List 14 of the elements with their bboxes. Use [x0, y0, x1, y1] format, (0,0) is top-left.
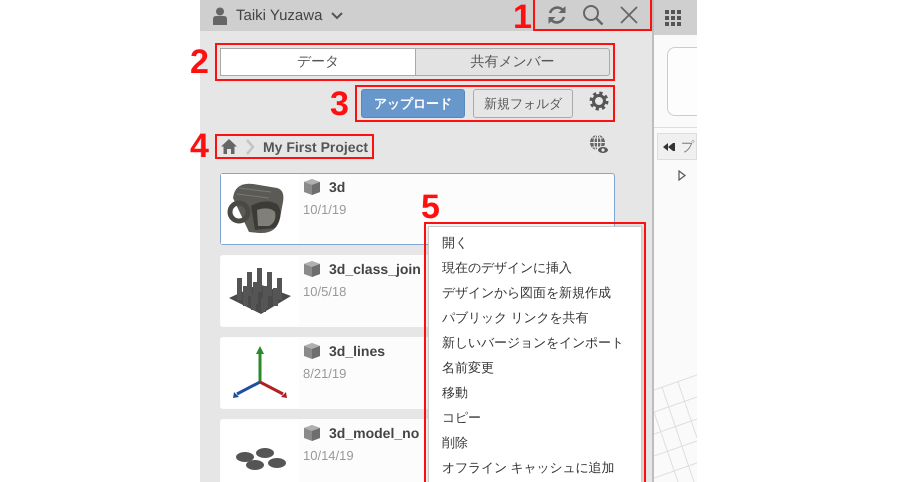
callout-number: 1 [513, 0, 532, 34]
file-date: 10/14/19 [303, 448, 355, 463]
file-name: 3d_lines [329, 343, 386, 359]
file-date: 10/5/18 [303, 284, 348, 299]
file-name: 3d_model_no [329, 425, 420, 441]
file-name: 3d [329, 179, 346, 195]
tab-label: プ [681, 138, 694, 156]
file-name: 3d_class_join [329, 261, 421, 277]
callout-number: 2 [190, 45, 209, 79]
callout-number: 3 [330, 87, 349, 121]
callout-number: 5 [421, 190, 440, 224]
file-date: 10/1/19 [303, 202, 346, 217]
callout-number: 4 [190, 129, 209, 163]
file-date: 8/21/19 [303, 366, 348, 381]
